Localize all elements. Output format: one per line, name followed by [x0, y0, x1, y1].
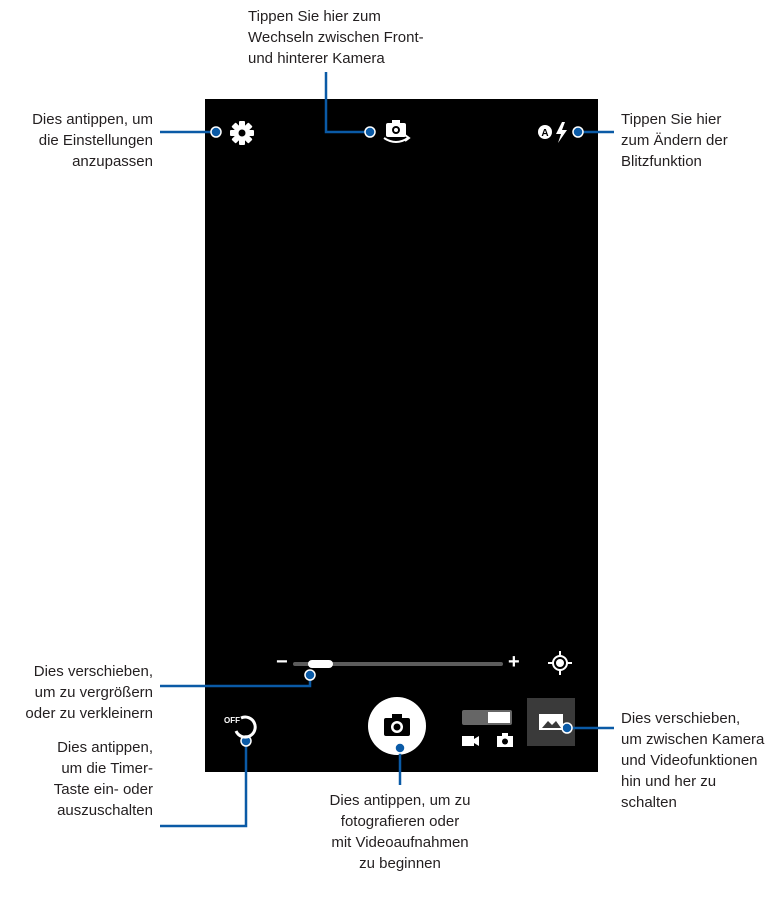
- callout-front-rear-camera: Tippen Sie hier zum Wechseln zwischen Fr…: [248, 8, 424, 67]
- shutter-button[interactable]: [368, 697, 426, 755]
- callout-flash: Tippen Sie hier zum Ändern der Blitzfunk…: [621, 111, 728, 170]
- timer-off-label: OFF: [224, 716, 240, 725]
- zoom-plus-label: +: [508, 651, 520, 673]
- mode-switch-knob[interactable]: [488, 712, 510, 723]
- callout-zoom: Dies verschieben, um zu vergrößern oder …: [25, 663, 153, 722]
- camera-viewfinder: [205, 99, 598, 772]
- callout-shutter: Dies antippen, um zu fotografieren oder …: [329, 792, 471, 872]
- callout-mode-switch: Dies verschieben, um zwischen Kamera und…: [621, 710, 765, 811]
- callout-timer: Dies antippen, um die Timer- Taste ein- …: [53, 739, 153, 819]
- zoom-minus-label: −: [276, 651, 288, 673]
- zoom-slider-handle[interactable]: [307, 660, 333, 668]
- camera-video-mode-switch[interactable]: [462, 710, 512, 725]
- callout-settings: Dies antippen, um die Einstellungen anzu…: [32, 111, 153, 170]
- gallery-thumbnail-button[interactable]: [527, 698, 575, 746]
